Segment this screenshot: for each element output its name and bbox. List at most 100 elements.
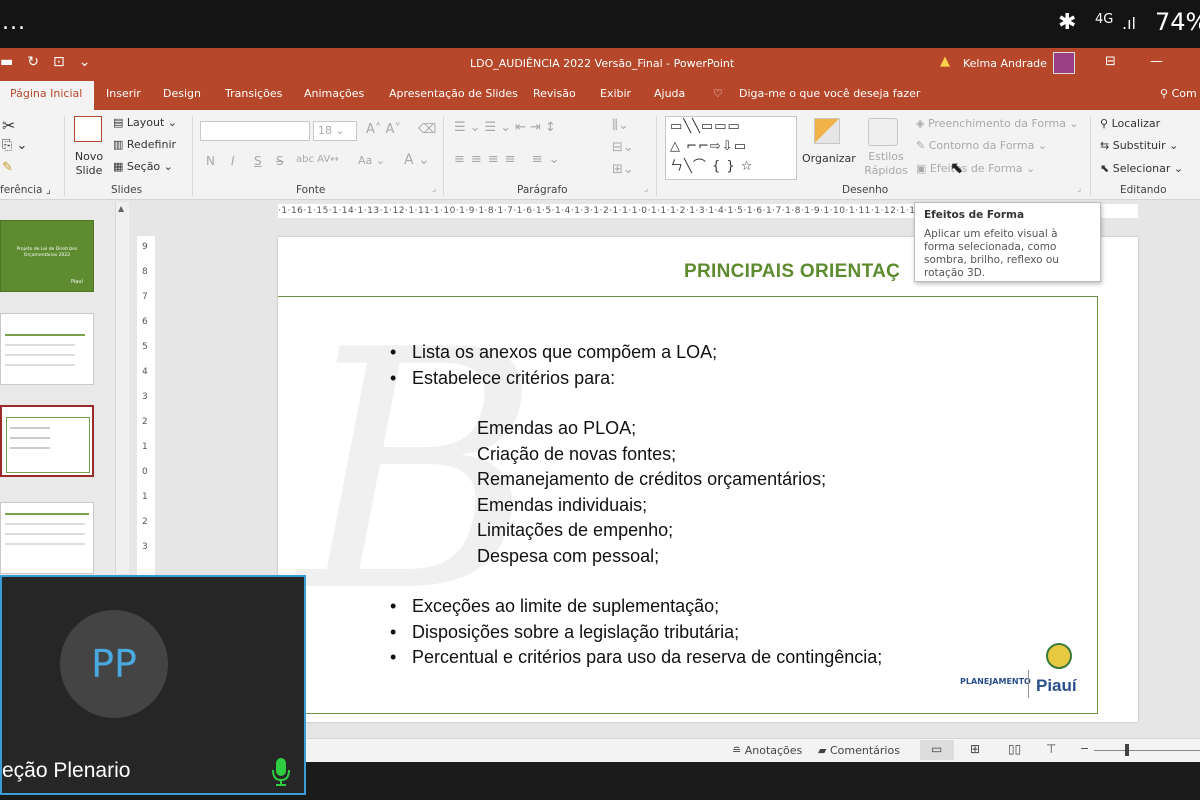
share-button[interactable]: ⚲ Com — [1160, 87, 1197, 100]
thumbnail-brand: Piauí — [71, 279, 83, 285]
replace-button[interactable]: ⇆ Substituir ⌄ — [1100, 139, 1178, 152]
comments-button[interactable]: ▰ Comentários — [818, 744, 900, 757]
zoom-slider-thumb[interactable] — [1125, 744, 1129, 756]
slide-canvas[interactable]: B PRINCIPAIS ORIENTAÇ Lista os anexos qu… — [278, 237, 1138, 722]
avatar[interactable] — [1053, 52, 1075, 74]
arrange-icon[interactable] — [814, 118, 840, 144]
strikethrough-button[interactable]: S — [276, 154, 284, 168]
underline-button[interactable]: S — [254, 154, 262, 168]
slideshow-icon[interactable]: ⊤ — [1046, 742, 1056, 756]
drawing-dialog-icon[interactable]: ⌟ — [1077, 184, 1081, 194]
logo-brand: Piauí — [1036, 676, 1077, 695]
paragraph-group-label: Parágrafo — [517, 184, 568, 196]
align-text-icon[interactable]: ⊟⌄ — [612, 140, 634, 155]
present-icon[interactable]: ⊡ — [53, 54, 65, 70]
window-title: LDO_AUDIÊNCIA 2022 Versão_Final - PowerP… — [470, 57, 735, 70]
zoom-out-icon[interactable]: − — [1080, 742, 1089, 755]
bold-button[interactable]: N — [206, 154, 215, 168]
customize-icon[interactable]: ⌄ — [79, 54, 91, 70]
participant-video-tile[interactable]: PP eção Plenario — [0, 575, 306, 795]
effects-icon: ▣ — [916, 162, 927, 175]
section-button[interactable]: ▦ Seção ⌄ — [113, 160, 173, 173]
quick-styles-icon[interactable] — [868, 118, 898, 146]
slide-thumbnail-3-selected[interactable] — [0, 405, 94, 477]
save-icon[interactable]: ▬ — [0, 54, 13, 70]
logo-text: PLANEJAMENTO — [960, 677, 1031, 686]
tab-help[interactable]: Ajuda — [654, 87, 685, 100]
slide-thumbnail-4[interactable] — [0, 502, 94, 574]
new-slide-icon[interactable] — [74, 116, 102, 142]
list-buttons-icon[interactable]: ☰⌄☰⌄⇤⇥↕ — [454, 120, 560, 135]
alignment-icons[interactable]: ≡≡≡≡ ≡⌄ — [454, 152, 566, 167]
menu-dots[interactable]: ... — [2, 10, 26, 35]
slide-thumbnail-2[interactable] — [0, 313, 94, 385]
smartart-icon[interactable]: ⊞⌄ — [612, 162, 634, 177]
text-shadow-icon[interactable]: abc AV↔ — [296, 154, 339, 165]
normal-view-button[interactable]: ▭ — [920, 740, 954, 760]
cut-icon[interactable]: ✂ — [2, 116, 15, 135]
ribbon-tabs: Página Inicial Inserir Design Transições… — [0, 78, 1200, 110]
minimize-icon[interactable]: — — [1150, 54, 1163, 69]
text-direction-icon[interactable]: ⫼⌄ — [612, 118, 629, 133]
shape-effects-button[interactable]: ▣ Efeitos de Forma ⌄ — [916, 162, 1035, 175]
sub-item: Despesa com pessoal; — [477, 545, 660, 566]
format-painter-icon[interactable]: ✎ — [2, 160, 13, 175]
user-name[interactable]: Kelma Andrade — [963, 57, 1047, 70]
slide-title[interactable]: PRINCIPAIS ORIENTAÇ — [684, 261, 900, 283]
notes-icon: ≘ — [732, 744, 742, 757]
tell-me-search[interactable]: Diga-me o que você deseja fazer — [739, 87, 920, 100]
layout-button[interactable]: ▤ Layout ⌄ — [113, 116, 177, 129]
zoom-slider[interactable] — [1094, 750, 1200, 751]
paragraph-dialog-icon[interactable]: ⌟ — [644, 184, 648, 194]
tab-home[interactable]: Página Inicial — [0, 81, 95, 110]
shape-outline-button[interactable]: ✎ Contorno da Forma ⌄ — [916, 139, 1047, 152]
quick-styles-button[interactable]: Estilos Rápidos — [864, 150, 908, 178]
ribbon-display-icon[interactable]: ⊟ — [1105, 54, 1116, 69]
sub-item-list[interactable]: Emendas ao PLOA; Criação de novas fontes… — [477, 416, 826, 569]
ruler-tick: 2 — [142, 517, 148, 527]
vertical-ruler[interactable]: 9 8 7 6 5 4 3 2 1 0 1 2 3 — [137, 236, 155, 576]
clear-format-icon[interactable]: ⌫ — [418, 122, 436, 137]
slide-sorter-icon[interactable]: ⊞ — [970, 742, 980, 756]
change-case-button[interactable]: Aa ⌄ — [358, 154, 385, 167]
font-name-combo[interactable] — [200, 121, 310, 141]
arrange-button[interactable]: Organizar — [802, 152, 856, 165]
redo-icon[interactable]: ↻ — [27, 54, 39, 70]
copy-icon[interactable]: ⎘ ⌄ — [2, 138, 27, 153]
tab-review[interactable]: Revisão — [533, 87, 576, 100]
reading-view-icon[interactable]: ▯▯ — [1008, 742, 1021, 756]
comment-icon: ▰ — [818, 744, 827, 757]
microphone-icon[interactable] — [270, 757, 292, 787]
search-icon: ⚲ — [1100, 117, 1109, 130]
thumbnails-scrollbar[interactable]: ▲ — [115, 202, 129, 574]
shapes-gallery[interactable]: ▭╲╲▭▭▭ △ ⌐⌐⇨⇩▭ ㄣ╲⌒ { } ☆ — [665, 116, 797, 180]
device-status-bar: ... ✱ 4G .ıl 74% — [0, 0, 1200, 48]
find-button[interactable]: ⚲ Localizar — [1100, 117, 1160, 130]
normal-view-icon: ▭ — [931, 742, 943, 756]
tab-slideshow[interactable]: Apresentação de Slides — [389, 87, 518, 100]
select-button[interactable]: ⬉ Selecionar ⌄ — [1100, 162, 1183, 175]
new-slide-button[interactable]: Novo Slide — [72, 150, 106, 178]
ruler-tick: 0 — [142, 467, 148, 477]
tab-transitions[interactable]: Transições — [225, 87, 282, 100]
notes-button[interactable]: ≘ Anotações — [732, 744, 802, 757]
tab-insert[interactable]: Inserir — [106, 87, 141, 100]
bullet-list-top[interactable]: Lista os anexos que compõem a LOA; Estab… — [390, 340, 717, 391]
italic-button[interactable]: I — [231, 154, 235, 168]
grow-font-icon[interactable]: A˄ A˅ — [366, 122, 401, 137]
tab-design[interactable]: Design — [163, 87, 201, 100]
tab-view[interactable]: Exibir — [600, 87, 631, 100]
bullet-list-bottom[interactable]: Exceções ao limite de suplementação; Dis… — [390, 594, 882, 671]
tab-animations[interactable]: Animações — [304, 87, 364, 100]
font-color-icon[interactable]: A ⌄ — [404, 152, 430, 168]
tooltip-body: Aplicar um efeito visual à forma selecio… — [924, 228, 1059, 279]
shape-fill-button[interactable]: ◈ Preenchimento da Forma ⌄ — [916, 117, 1079, 130]
warning-icon[interactable]: ▲ — [940, 54, 950, 69]
slide-thumbnail-1[interactable]: Projeto de Lei de Diretrizes Orçamentári… — [0, 220, 94, 292]
tooltip-title: Efeitos de Forma — [924, 209, 1025, 221]
font-dialog-icon[interactable]: ⌟ — [432, 184, 436, 194]
reset-button[interactable]: ▥ Redefinir — [113, 138, 176, 151]
government-logo: PLANEJAMENTO Piauí — [960, 640, 1090, 700]
font-size-combo[interactable]: 18 ⌄ — [313, 121, 357, 141]
signal-icon: .ıl — [1122, 14, 1136, 33]
